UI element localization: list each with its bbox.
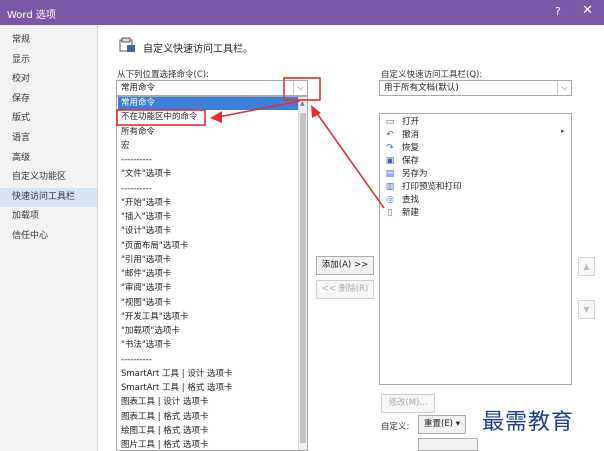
choose-commands-combo[interactable]: 常用命令 ⌵: [116, 80, 308, 96]
list-item[interactable]: ----------: [120, 154, 298, 167]
scrollbar-thumb[interactable]: [300, 113, 306, 443]
toolbar-command-label: 打开: [402, 117, 420, 127]
scrollbar[interactable]: ▲: [298, 97, 307, 450]
list-item[interactable]: ----------: [120, 183, 298, 196]
toolbar-command-item[interactable]: ◎ 查找: [384, 194, 419, 207]
list-item[interactable]: "插入"选项卡: [120, 211, 298, 224]
print-preview-icon: ▥: [385, 182, 395, 192]
toolbar-command-label: 撤消: [402, 130, 420, 140]
reset-button[interactable]: 重置(E) ▾: [418, 415, 466, 434]
list-item[interactable]: 图表工具 | 设计 选项卡: [120, 396, 298, 409]
list-item[interactable]: 所有命令: [120, 126, 298, 139]
list-item[interactable]: "开始"选项卡: [120, 197, 298, 210]
list-item[interactable]: 绘图工具 | 格式 选项卡: [120, 425, 298, 438]
quick-access-toolbar-icon: [119, 37, 135, 52]
list-item[interactable]: "加载项"选项卡: [120, 325, 298, 338]
import-export-button[interactable]: [418, 438, 478, 451]
toolbar-command-label: 保存: [402, 156, 420, 166]
list-item[interactable]: 图表工具 | 格式 选项卡: [120, 411, 298, 424]
toolbar-command-item[interactable]: ↶ 撤消: [384, 129, 419, 142]
redo-icon: ↷: [386, 143, 394, 153]
customize-toolbar-label: 自定义快速访问工具栏(Q):: [381, 70, 483, 80]
toolbar-command-label: 另存为: [402, 169, 428, 179]
add-button[interactable]: 添加(A) >>: [316, 256, 374, 275]
list-item[interactable]: "邮件"选项卡: [120, 268, 298, 281]
annotation-arrowhead-2: [311, 105, 321, 118]
move-up-button[interactable]: ▲: [578, 257, 595, 276]
customize-label: 自定义:: [381, 422, 410, 432]
watermark: 最需教育: [482, 410, 575, 435]
nav-item[interactable]: 显示: [0, 51, 97, 70]
toolbar-command-label: 新建: [402, 208, 420, 218]
annotation-arrow-line-2: [315, 111, 385, 209]
close-button[interactable]: ✕: [582, 3, 593, 18]
list-item[interactable]: "视图"选项卡: [120, 297, 298, 310]
toolbar-scope-combo[interactable]: 用于所有文档(默认) ⌵: [379, 80, 572, 96]
nav-item[interactable]: 快速访问工具栏: [0, 187, 97, 207]
binoculars-icon: ◎: [386, 195, 394, 205]
nav-item[interactable]: 信任中心: [0, 227, 97, 246]
nav-item[interactable]: 常规: [0, 31, 97, 50]
list-item[interactable]: "引用"选项卡: [120, 254, 298, 267]
chevron-down-icon[interactable]: ⌵: [293, 81, 307, 95]
list-item[interactable]: 常用命令: [118, 97, 298, 110]
chevron-down-icon[interactable]: ⌵: [557, 81, 571, 95]
submenu-arrow-icon: ▸: [561, 127, 565, 135]
list-item-not-in-ribbon[interactable]: 不在功能区中的命令: [120, 111, 298, 124]
toolbar-command-item[interactable]: ▥ 打印预览和打印: [384, 181, 462, 194]
new-document-icon: ▯: [387, 208, 393, 218]
list-item[interactable]: SmartArt 工具 | 设计 选项卡: [120, 368, 298, 381]
nav-item[interactable]: 语言: [0, 129, 97, 148]
nav-item[interactable]: 加载项: [0, 207, 97, 226]
toolbar-command-item[interactable]: ▤ 另存为: [384, 168, 428, 181]
nav-item[interactable]: 版式: [0, 109, 97, 128]
undo-icon: ↶: [386, 130, 394, 140]
window-title: Word 选项: [7, 10, 56, 21]
toolbar-command-label: 打印预览和打印: [402, 182, 462, 192]
list-item[interactable]: "书法"选项卡: [120, 339, 298, 352]
toolbar-command-label: 恢复: [402, 143, 420, 153]
list-item[interactable]: "设计"选项卡: [120, 225, 298, 238]
commands-dropdown-list[interactable]: 图片工具 | 格式 选项卡 绘图工具 | 格式 选项卡 图表工具 | 格式 选项卡图…: [116, 96, 308, 451]
toolbar-command-item[interactable]: ↷ 恢复: [384, 142, 419, 155]
save-icon: ▣: [385, 156, 395, 166]
toolbar-commands-list[interactable]: ▸ ▭ 打开 ↶ 撤消 ↷ 恢复 ▣ 保存 ▤ 另存为 ▥ 打印预览和打印 ◎ 查找 ▯ 新建: [379, 113, 572, 385]
list-item[interactable]: 图片工具 | 格式 选项卡: [120, 439, 298, 450]
list-item[interactable]: "开发工具"选项卡: [120, 311, 298, 324]
toolbar-command-item[interactable]: ▯ 新建: [384, 207, 420, 220]
toolbar-command-item[interactable]: ▣ 保存: [384, 155, 419, 168]
help-button[interactable]: ?: [555, 5, 561, 18]
toolbar-command-label: 查找: [402, 195, 420, 205]
nav-item[interactable]: 保存: [0, 90, 97, 109]
remove-button[interactable]: << 删除(R): [316, 280, 374, 299]
toolbar-command-item[interactable]: ▭ 打开: [384, 116, 419, 129]
scroll-up-icon[interactable]: ▲: [300, 100, 305, 107]
modify-button[interactable]: 修改(M)...: [381, 394, 435, 413]
list-item[interactable]: ----------: [120, 354, 298, 367]
move-down-button[interactable]: ▼: [578, 300, 595, 319]
save-as-icon: ▤: [385, 169, 395, 179]
page-title: 自定义快速访问工具栏。: [143, 44, 253, 55]
title-bar: Word 选项 ? ✕: [0, 0, 604, 25]
list-item[interactable]: "审阅"选项卡: [120, 282, 298, 295]
folder-icon: ▭: [385, 117, 395, 127]
choose-commands-label: 从下列位置选择命令(C):: [117, 70, 209, 80]
list-item[interactable]: 宏: [120, 140, 298, 153]
nav-item[interactable]: 校对: [0, 70, 97, 89]
list-item[interactable]: SmartArt 工具 | 格式 选项卡: [120, 382, 298, 395]
list-item[interactable]: "页面布局"选项卡: [120, 240, 298, 253]
list-item[interactable]: "文件"选项卡: [120, 168, 298, 181]
nav-item[interactable]: 自定义功能区: [0, 168, 97, 187]
options-nav: 常规 显示 校对 保存 版式 语言 高级 自定义功能区 快速访问工具栏 加载项 信任中心: [0, 25, 98, 451]
nav-item[interactable]: 高级: [0, 149, 97, 168]
